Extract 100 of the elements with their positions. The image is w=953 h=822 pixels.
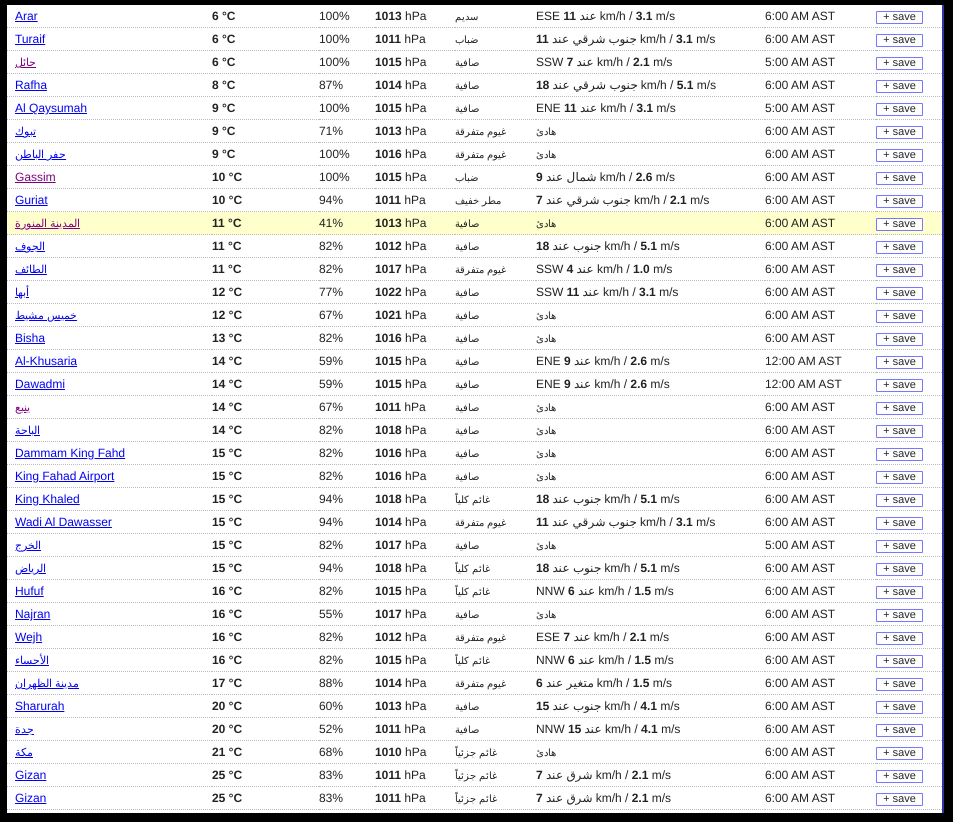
city-link[interactable]: الطائف (15, 264, 47, 276)
pressure-text: 1012 hPa (375, 239, 426, 253)
save-button[interactable]: + save (876, 240, 923, 254)
city-link[interactable]: Najran (15, 607, 50, 621)
save-button[interactable]: + save (876, 632, 923, 644)
save-button[interactable]: + save (876, 56, 923, 70)
time-text: 6:00 AM AST (765, 308, 836, 322)
city-link[interactable]: جدة (15, 724, 34, 736)
city-link[interactable]: Gizan (15, 791, 46, 805)
temperature-text: 6 °C (212, 32, 236, 46)
save-button[interactable]: + save (876, 310, 923, 322)
city-link[interactable]: Hufuf (15, 584, 44, 598)
pressure-text: 1015 hPa (375, 584, 426, 598)
save-button[interactable]: + save (876, 448, 923, 460)
temperature-text: 14 °C (212, 423, 242, 437)
condition-text: مطر خفيف (455, 196, 501, 207)
save-button[interactable]: + save (876, 792, 923, 806)
save-button[interactable]: + save (876, 654, 923, 668)
city-link[interactable]: الجوف (15, 241, 45, 253)
condition-text: غائم جزئياً (455, 748, 497, 759)
city-link[interactable]: مدينة الظهران (15, 678, 80, 690)
city-link[interactable]: Al-Khusaria (15, 354, 78, 368)
city-link[interactable]: Al Qaysumah (15, 101, 88, 115)
city-link[interactable]: King Khaled (15, 492, 80, 506)
condition-text: صافية (455, 449, 479, 460)
save-button[interactable]: + save (876, 586, 923, 598)
city-link[interactable]: الأحساء (15, 655, 49, 667)
condition-text: صافية (455, 58, 479, 69)
save-button[interactable]: + save (876, 80, 923, 92)
city-link[interactable]: أبها (15, 287, 29, 299)
city-link[interactable]: King Fahad Airport (15, 469, 114, 483)
city-link[interactable]: ينبع (15, 402, 30, 414)
city-link[interactable]: Bisha (15, 331, 46, 345)
pressure-text: 1017 hPa (375, 262, 426, 276)
save-button[interactable]: + save (876, 700, 923, 714)
city-link[interactable]: Sharurah (15, 699, 64, 713)
city-link[interactable]: الخرج (15, 540, 41, 552)
save-button[interactable]: + save (876, 10, 923, 24)
city-link[interactable]: Turaif (15, 32, 46, 46)
save-button[interactable]: + save (876, 378, 923, 392)
city-link[interactable]: Gizan (15, 768, 46, 782)
save-button[interactable]: + save (876, 126, 923, 138)
city-link[interactable]: Dawadmi (15, 377, 66, 391)
city-link[interactable]: تبوك (15, 126, 36, 138)
city-link[interactable]: مكة (15, 747, 33, 759)
city-link[interactable]: Guriat (15, 193, 48, 207)
save-button[interactable]: + save (876, 540, 923, 552)
condition-text: غيوم متفرقة (455, 127, 506, 138)
pressure-text: 1013 hPa (375, 124, 426, 138)
save-button[interactable]: + save (876, 494, 923, 506)
save-button[interactable]: + save (876, 608, 923, 622)
save-button[interactable]: + save (876, 194, 923, 208)
save-button[interactable]: + save (876, 562, 923, 576)
save-button[interactable]: + save (876, 746, 923, 760)
city-link[interactable]: حفر الباطن (15, 149, 66, 161)
city-link[interactable]: Rafha (15, 78, 48, 92)
condition-text: صافية (455, 426, 479, 437)
humidity-text: 88% (319, 676, 344, 690)
city-link[interactable]: الباحة (15, 425, 40, 437)
city-link[interactable]: Arar (15, 9, 38, 23)
pressure-text: 1018 hPa (375, 423, 426, 437)
city-link[interactable]: الرياض (15, 563, 46, 575)
pressure-text: 1011 hPa (375, 400, 426, 414)
temperature-text: 14 °C (212, 377, 242, 391)
time-text: 6:00 AM AST (765, 768, 836, 782)
pressure-text: 1015 hPa (375, 101, 426, 115)
save-button[interactable]: + save (876, 264, 923, 276)
save-button[interactable]: + save (876, 402, 923, 414)
condition-text: غائم جزئياً (455, 794, 497, 805)
save-button[interactable]: + save (876, 678, 923, 690)
save-button[interactable]: + save (876, 470, 923, 484)
save-button[interactable]: + save (876, 724, 923, 736)
save-button[interactable]: + save (876, 356, 923, 368)
city-link[interactable]: Wadi Al Dawasser (15, 515, 112, 529)
time-text: 6:00 AM AST (765, 32, 836, 46)
temperature-text: 15 °C (212, 446, 242, 460)
temperature-text: 11 °C (212, 239, 242, 253)
wind-text: هادئ (536, 748, 556, 759)
save-button[interactable]: + save (876, 424, 923, 438)
city-link[interactable]: المدينة المنورة (15, 218, 80, 230)
time-text: 6:00 AM AST (765, 446, 836, 460)
humidity-text: 82% (319, 423, 344, 437)
save-button[interactable]: + save (876, 102, 923, 116)
city-link[interactable]: Dammam King Fahd (15, 446, 126, 460)
save-button[interactable]: + save (876, 516, 923, 530)
time-text: 6:00 AM AST (765, 262, 836, 276)
save-button[interactable]: + save (876, 34, 923, 46)
save-button[interactable]: + save (876, 770, 923, 782)
save-button[interactable]: + save (876, 218, 923, 230)
city-link[interactable]: حائل (15, 57, 36, 69)
temperature-text: 16 °C (212, 653, 242, 667)
city-link[interactable]: Gassim (15, 170, 56, 184)
city-link[interactable]: خميس مشيط (15, 310, 78, 322)
pressure-text: 1015 hPa (375, 170, 426, 184)
save-button[interactable]: + save (876, 286, 923, 300)
save-button[interactable]: + save (876, 148, 923, 162)
city-link[interactable]: Wejh (15, 630, 42, 644)
wind-text: هادئ (536, 403, 556, 414)
save-button[interactable]: + save (876, 332, 923, 346)
save-button[interactable]: + save (876, 172, 923, 184)
